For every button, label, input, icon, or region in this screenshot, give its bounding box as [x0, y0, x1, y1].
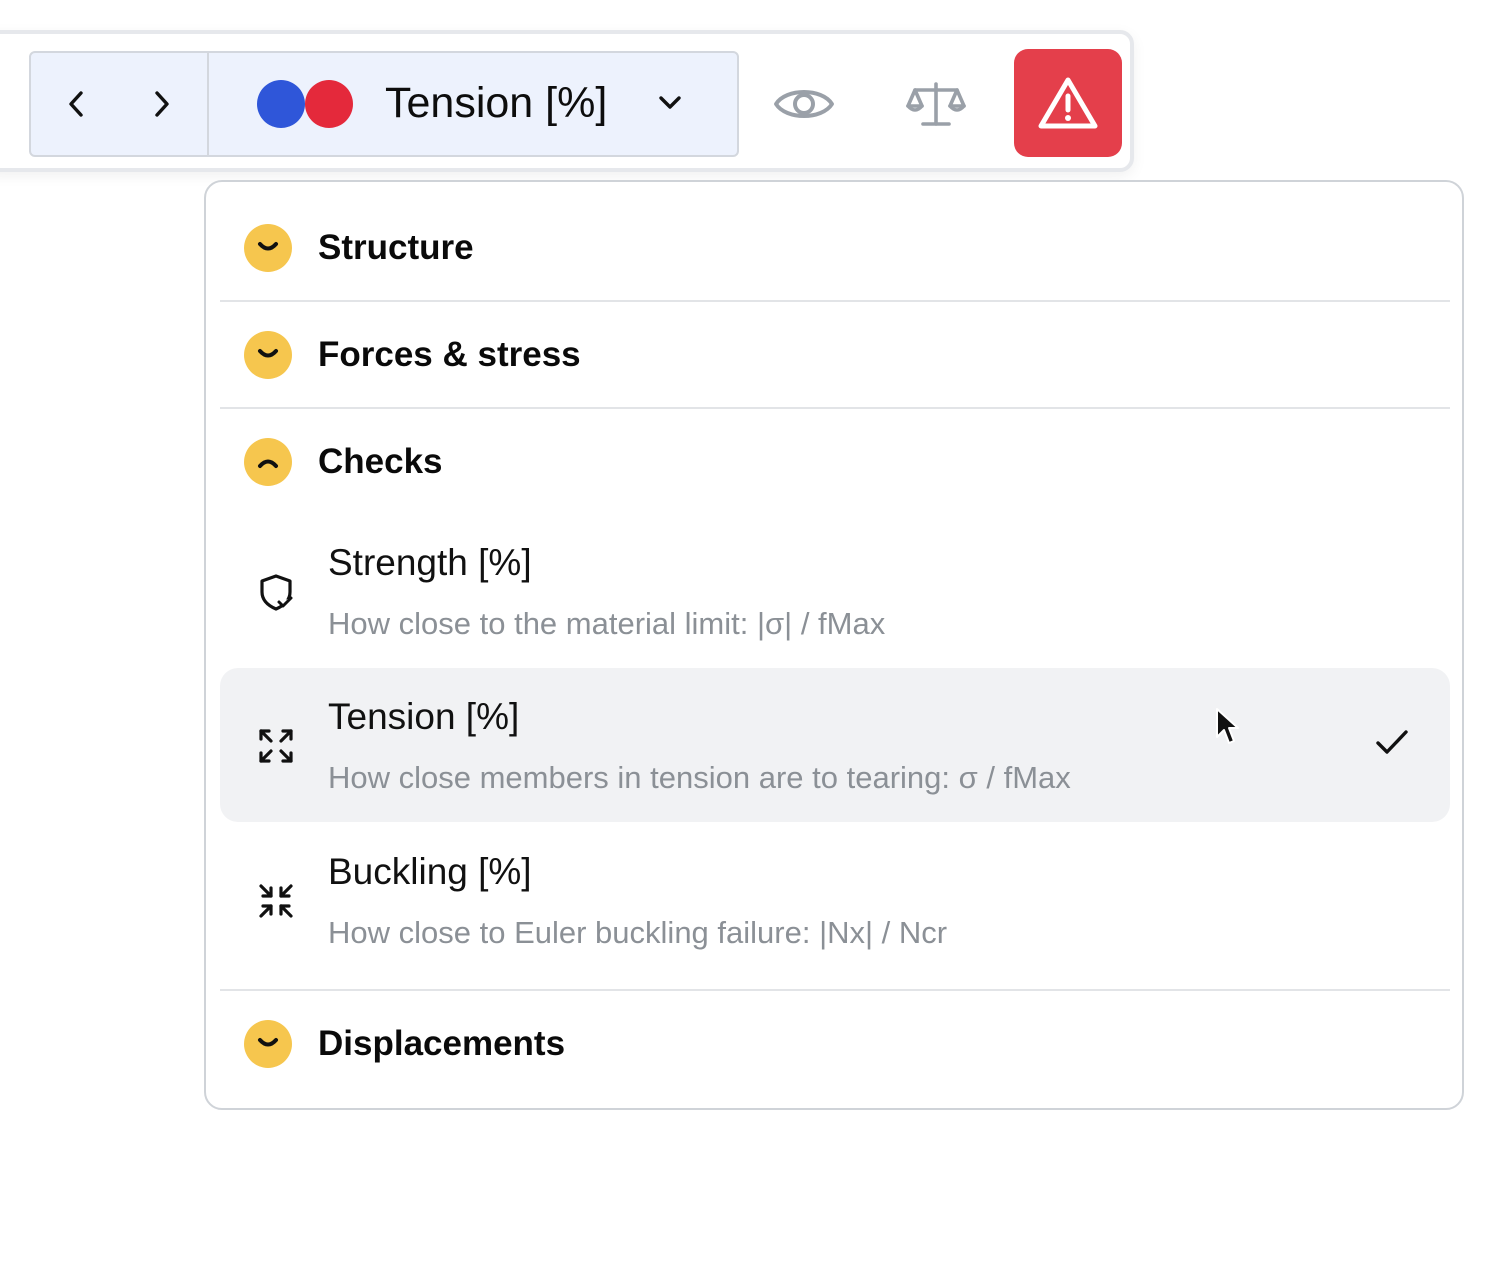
blue-legend-dot — [257, 80, 305, 128]
red-legend-dot — [305, 80, 353, 128]
warnings-button[interactable] — [1014, 49, 1122, 157]
metric-dropdown-menu: Structure Forces & stress Checks Strengt… — [204, 180, 1464, 1110]
chevron-left-icon — [69, 91, 83, 117]
metric-select[interactable]: Tension [%] — [209, 53, 737, 155]
section-divider — [220, 407, 1450, 409]
item-description: How close to Euler buckling failure: |Nx… — [328, 915, 948, 950]
section-displacements[interactable]: Displacements — [220, 994, 1450, 1094]
item-description: How close members in tension are to tear… — [328, 760, 1071, 795]
item-title: Buckling [%] — [328, 851, 532, 892]
chevron-down-icon — [244, 331, 292, 379]
chevron-down-icon — [659, 96, 681, 109]
next-metric-button[interactable] — [119, 53, 203, 155]
section-checks[interactable]: Checks — [220, 412, 1450, 512]
toolbar: Tension [%] — [0, 30, 1134, 172]
section-label: Checks — [318, 442, 443, 481]
section-divider — [220, 300, 1450, 302]
compress-arrows-icon — [256, 881, 296, 921]
section-label: Forces & stress — [318, 335, 581, 374]
menu-item-tension[interactable]: Tension [%] How close members in tension… — [220, 668, 1450, 822]
visibility-button[interactable] — [764, 66, 844, 142]
item-title: Strength [%] — [328, 542, 532, 583]
previous-metric-button[interactable] — [35, 53, 119, 155]
color-legend — [257, 80, 357, 128]
scale-icon — [906, 82, 966, 126]
item-description: How close to the material limit: |σ| / f… — [328, 606, 886, 641]
mouse-pointer-icon — [1216, 708, 1239, 744]
section-label: Structure — [318, 228, 474, 267]
warning-triangle-icon — [1038, 77, 1098, 129]
item-title: Tension [%] — [328, 696, 520, 737]
section-forces-stress[interactable]: Forces & stress — [220, 305, 1450, 405]
chevron-down-icon — [244, 224, 292, 272]
section-label: Displacements — [318, 1024, 566, 1063]
expand-arrows-icon — [256, 726, 296, 766]
shield-check-icon — [256, 572, 296, 612]
eye-icon — [774, 90, 834, 118]
chevron-up-icon — [244, 438, 292, 486]
balance-button[interactable] — [896, 66, 976, 142]
checkmark-icon — [1376, 730, 1408, 754]
metric-navigator: Tension [%] — [29, 51, 739, 157]
chevron-down-icon — [244, 1020, 292, 1068]
section-divider — [220, 989, 1450, 991]
menu-item-buckling[interactable]: Buckling [%] How close to Euler buckling… — [220, 823, 1450, 977]
section-structure[interactable]: Structure — [220, 198, 1450, 298]
selected-metric-label: Tension [%] — [385, 79, 608, 127]
menu-item-strength[interactable]: Strength [%] How close to the material l… — [220, 514, 1450, 668]
chevron-right-icon — [155, 91, 169, 117]
